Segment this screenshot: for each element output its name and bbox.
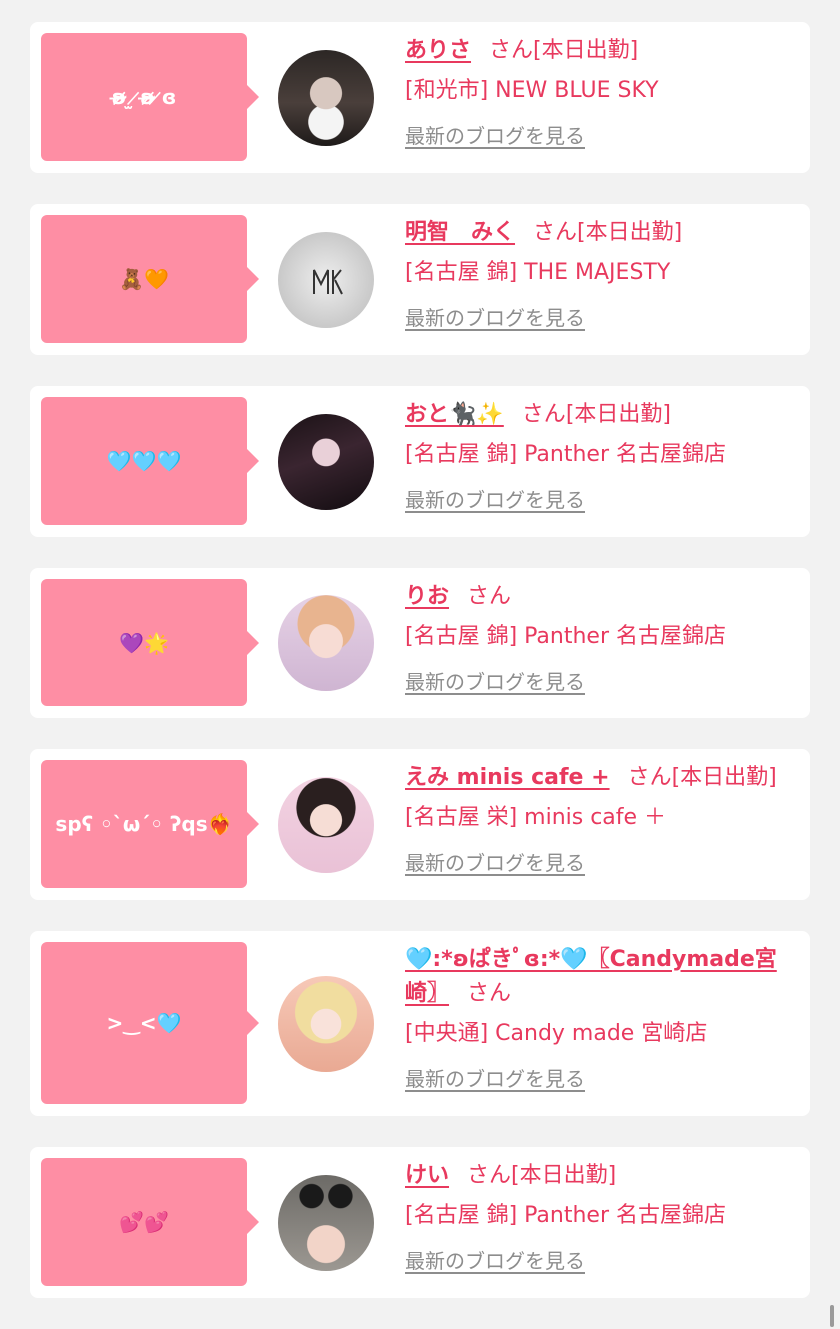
cast-name-link[interactable]: ありさ [405,38,471,63]
cast-info: 明智 みく さん[本日出勤] [名古屋 錦] THE MAJESTY 最新のブログを見… [405,216,795,332]
comment-text: 🧸🧡 [119,267,169,291]
cast-info: おと🐈‍⬛✨ さん[本日出勤] [名古屋 錦] Panther 名古屋錦店 最新のブロ… [405,398,795,514]
cast-name-link[interactable]: えみ minis cafe + [405,765,610,790]
latest-blog-link[interactable]: 最新のブログを見る [405,1247,585,1275]
latest-blog-link[interactable]: 最新のブログを見る [405,122,585,150]
cast-card[interactable]: 🩵🩵🩵 おと🐈‍⬛✨ さん[本日出勤] [名古屋 錦] Panther 名古屋錦店 最新… [30,386,810,537]
shop-name: [名古屋 錦] Panther 名古屋錦店 [405,1203,726,1228]
name-line: りお さん [405,580,795,614]
honorific-label: さん [521,402,566,427]
comment-text: ʚ̴̶̷̷ ̫ ̷ʚ̴̶̷̷ ̷ɞ [111,85,177,109]
honorific-label: さん [467,584,512,609]
attendance-status: [本日出勤] [565,402,671,427]
avatar[interactable] [278,1175,374,1271]
avatar[interactable] [278,976,374,1072]
latest-blog-link[interactable]: 最新のブログを見る [405,1065,585,1093]
name-line: えみ minis cafe + さん[本日出勤] [405,761,795,795]
shop-name: [名古屋 錦] Panther 名古屋錦店 [405,442,726,467]
name-line: ありさ さん[本日出勤] [405,34,795,68]
comment-text: 🩵🩵🩵 [106,449,182,473]
name-line: 明智 みく さん[本日出勤] [405,216,795,250]
comment-bubble: 🩵🩵🩵 [41,397,259,525]
cast-name-link[interactable]: 🩵:*ʚぱきﾟɞ:*🩵〖Candymade宮崎〗 [405,947,777,1006]
latest-blog-link[interactable]: 最新のブログを見る [405,486,585,514]
honorific-label: さん [533,220,578,245]
comment-text: 💜🌟 [119,630,169,655]
cast-list: ʚ̴̶̷̷ ̫ ̷ʚ̴̶̷̷ ̷ɞ ありさ さん[本日出勤] [和光市] NEW BL… [30,22,810,1329]
name-line: 🩵:*ʚぱきﾟɞ:*🩵〖Candymade宮崎〗 さん [405,943,795,1011]
comment-text: >‿<🩵 [106,1011,182,1035]
avatar[interactable] [278,50,374,146]
cast-card[interactable]: 🧸🧡 明智 みく さん[本日出勤] [名古屋 錦] THE MAJESTY 最新のブログ… [30,204,810,355]
cast-card[interactable]: 💜🌟 りお さん [名古屋 錦] Panther 名古屋錦店 最新のブログを見る [30,568,810,718]
comment-text: 💕💕 [119,1210,169,1234]
honorific-label: さん [627,765,672,790]
comment-bubble: spʕ ◦`ω´◦ ʔqs❤️‍🔥 [41,760,259,888]
avatar[interactable] [278,595,374,691]
shop-name: [和光市] NEW BLUE SKY [405,78,659,103]
comment-bubble: ʚ̴̶̷̷ ̫ ̷ʚ̴̶̷̷ ̷ɞ [41,33,259,161]
cast-info: 🩵:*ʚぱきﾟɞ:*🩵〖Candymade宮崎〗 さん [中央通] Candy ma… [405,943,795,1093]
cast-card[interactable]: >‿<🩵 🩵:*ʚぱきﾟɞ:*🩵〖Candymade宮崎〗 さん [中央通] Cand… [30,931,810,1116]
cast-card[interactable]: spʕ ◦`ω´◦ ʔqs❤️‍🔥 えみ minis cafe + さん[本日出勤]… [30,749,810,900]
cast-info: えみ minis cafe + さん[本日出勤] [名古屋 栄] minis caf… [405,761,795,877]
attendance-status: [本日出勤] [671,765,777,790]
shop-name: [名古屋 錦] THE MAJESTY [405,260,671,285]
cast-name-link[interactable]: 明智 みく [405,220,515,245]
avatar[interactable] [278,232,374,328]
shop-name: [中央通] Candy made 宮崎店 [405,1021,708,1046]
cast-name-link[interactable]: けい [405,1163,449,1188]
avatar[interactable] [278,777,374,873]
comment-bubble: 💕💕 [41,1158,259,1286]
shop-name: [名古屋 栄] minis cafe ＋ [405,805,667,830]
attendance-status: [本日出勤] [533,38,639,63]
honorific-label: さん [489,38,534,63]
scrollbar[interactable] [830,1305,834,1327]
majesty-logo-icon [313,269,343,295]
name-line: おと🐈‍⬛✨ さん[本日出勤] [405,398,795,432]
cast-info: けい さん[本日出勤] [名古屋 錦] Panther 名古屋錦店 最新のブログを見る [405,1159,795,1275]
cast-card[interactable]: ʚ̴̶̷̷ ̫ ̷ʚ̴̶̷̷ ̷ɞ ありさ さん[本日出勤] [和光市] NEW BL… [30,22,810,173]
name-line: けい さん[本日出勤] [405,1159,795,1193]
comment-bubble: 🧸🧡 [41,215,259,343]
comment-bubble: >‿<🩵 [41,942,259,1104]
cast-name-link[interactable]: おと🐈‍⬛✨ [405,402,504,427]
cast-info: りお さん [名古屋 錦] Panther 名古屋錦店 最新のブログを見る [405,580,795,696]
shop-name: [名古屋 錦] Panther 名古屋錦店 [405,624,726,649]
latest-blog-link[interactable]: 最新のブログを見る [405,668,585,696]
cast-card[interactable]: 💕💕 けい さん[本日出勤] [名古屋 錦] Panther 名古屋錦店 最新のブログを… [30,1147,810,1298]
honorific-label: さん [467,981,512,1006]
cast-info: ありさ さん[本日出勤] [和光市] NEW BLUE SKY 最新のブログを見る [405,34,795,150]
avatar[interactable] [278,414,374,510]
comment-text: spʕ ◦`ω´◦ ʔqs❤️‍🔥 [55,812,233,836]
honorific-label: さん [467,1163,512,1188]
cast-name-link[interactable]: りお [405,584,449,609]
attendance-status: [本日出勤] [511,1163,617,1188]
latest-blog-link[interactable]: 最新のブログを見る [405,304,585,332]
comment-bubble: 💜🌟 [41,579,259,706]
attendance-status: [本日出勤] [577,220,683,245]
latest-blog-link[interactable]: 最新のブログを見る [405,849,585,877]
